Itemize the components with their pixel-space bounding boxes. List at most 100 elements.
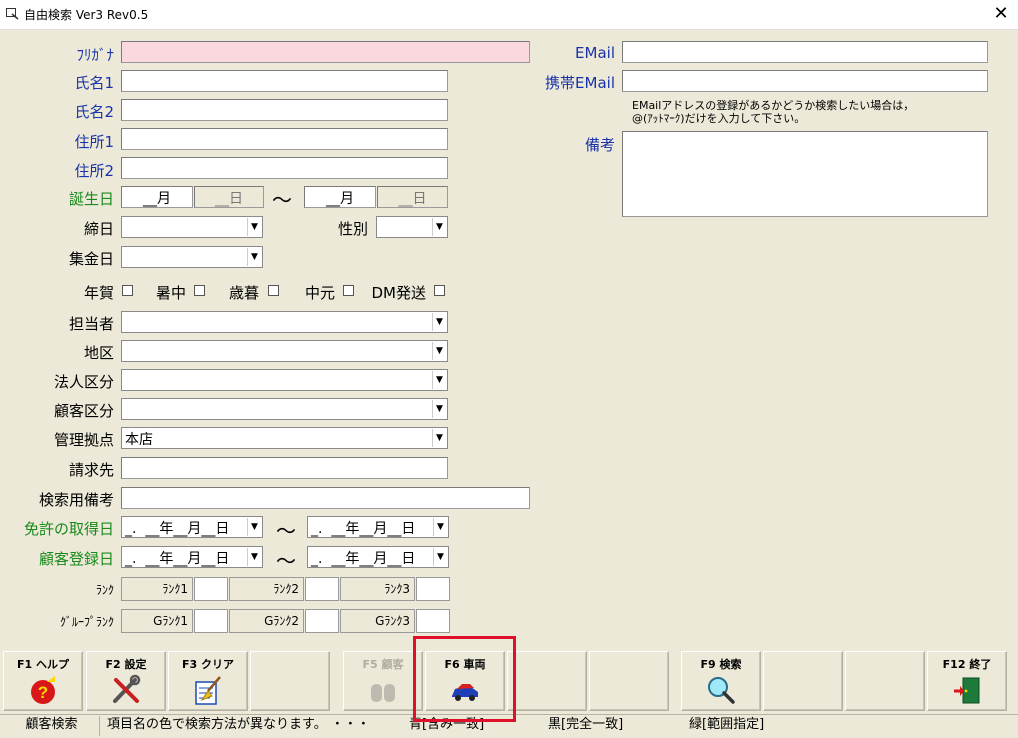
- group-rank-label: ｸﾞﾙｰﾌﾟﾗﾝｸ: [59, 615, 114, 629]
- grank2-input[interactable]: [305, 609, 339, 633]
- clear-broom-icon: [195, 676, 221, 705]
- base-label: 管理拠点: [53, 431, 114, 449]
- f7-blank-button: [507, 651, 587, 711]
- corp-class-label: 法人区分: [53, 373, 114, 391]
- email-input[interactable]: [622, 41, 988, 63]
- f2-label: F2 設定: [105, 658, 147, 671]
- chevron-down-icon: ▼: [433, 548, 447, 566]
- base-select[interactable]: 本店 ▼: [121, 427, 448, 449]
- status-mode: 顧客検索: [4, 716, 100, 736]
- help-icon: ?: [31, 676, 55, 704]
- greeting-new-year-checkbox[interactable]: [122, 285, 133, 296]
- collection-day-select[interactable]: ▼: [121, 246, 263, 268]
- corp-class-select[interactable]: ▼: [121, 369, 448, 391]
- name2-input[interactable]: [121, 99, 448, 121]
- f1-help-button[interactable]: F1 ヘルプ ?: [3, 651, 83, 711]
- f12-label: F12 終了: [942, 658, 992, 671]
- customer-class-select[interactable]: ▼: [121, 398, 448, 420]
- rank2-input[interactable]: [305, 577, 339, 601]
- rank3-input[interactable]: [416, 577, 450, 601]
- rank1-input[interactable]: [194, 577, 228, 601]
- greeting-dm-checkbox[interactable]: [434, 285, 445, 296]
- billing-label: 請求先: [68, 461, 114, 479]
- address2-input[interactable]: [121, 157, 448, 179]
- chevron-down-icon: ▼: [432, 342, 446, 360]
- f3-clear-button[interactable]: F3 クリア: [168, 651, 248, 711]
- mobile-email-label: 携帯EMail: [545, 74, 615, 92]
- memo-textarea[interactable]: [622, 131, 988, 217]
- registered-from-select[interactable]: _. __年__月__日 ▼: [121, 546, 263, 568]
- customer-class-label: 顧客区分: [53, 402, 114, 420]
- birthday-from-day[interactable]: __日: [194, 186, 264, 208]
- f8-blank-button: [589, 651, 669, 711]
- furigana-label: ﾌﾘｶﾞﾅ: [76, 46, 114, 64]
- greeting-year-end-checkbox[interactable]: [268, 285, 279, 296]
- furigana-input[interactable]: [121, 41, 530, 63]
- chevron-down-icon: ▼: [247, 218, 261, 236]
- f9-label: F9 検索: [700, 658, 742, 671]
- grank2-label: Gﾗﾝｸ2: [229, 609, 304, 633]
- registered-from-value: _. __年__月__日: [125, 551, 230, 567]
- f2-settings-button[interactable]: F2 設定: [86, 651, 166, 711]
- grank1-input[interactable]: [194, 609, 228, 633]
- chevron-down-icon: ▼: [432, 218, 446, 236]
- f9-search-button[interactable]: F9 検索: [681, 651, 761, 711]
- license-label: 免許の取得日: [23, 520, 114, 538]
- f3-label: F3 クリア: [182, 658, 234, 671]
- status-hint: 項目名の色で検索方法が異なります。 ・・・: [107, 717, 370, 732]
- birthday-to-day[interactable]: __日: [377, 186, 448, 208]
- f12-exit-button[interactable]: F12 終了: [927, 651, 1007, 711]
- f1-label: F1 ヘルプ: [17, 658, 69, 671]
- customer-icon: [371, 684, 395, 702]
- staff-select[interactable]: ▼: [121, 311, 448, 333]
- status-black: 黒[完全一致]: [548, 717, 624, 732]
- registered-to-select[interactable]: _. __年__月__日 ▼: [307, 546, 449, 568]
- chevron-down-icon: ▼: [432, 371, 446, 389]
- email-hint-line2: @(ｱｯﾄﾏｰｸ)だけを入力して下さい。: [632, 112, 806, 125]
- close-icon[interactable]: ✕: [988, 2, 1014, 26]
- search-memo-input[interactable]: [121, 487, 530, 509]
- f11-blank-button: [845, 651, 925, 711]
- base-value: 本店: [125, 432, 153, 448]
- chevron-down-icon: ▼: [432, 313, 446, 331]
- license-to-value: _. __年__月__日: [311, 521, 416, 537]
- closing-day-label: 締日: [83, 220, 114, 238]
- birthday-tilde: ～: [272, 188, 292, 212]
- birthday-from-month[interactable]: __月: [121, 186, 193, 208]
- f5-label: F5 顧客: [362, 658, 404, 671]
- billing-input[interactable]: [121, 457, 448, 479]
- svg-text:?: ?: [38, 683, 48, 702]
- rank-label: ﾗﾝｸ: [95, 583, 114, 597]
- license-from-value: _. __年__月__日: [125, 521, 230, 537]
- collection-day-label: 集金日: [68, 250, 114, 268]
- tools-icon: [113, 674, 141, 703]
- chevron-down-icon: ▼: [247, 248, 261, 266]
- greeting-midyear-label: 中元: [304, 284, 335, 302]
- email-label: EMail: [575, 44, 615, 62]
- address1-label: 住所1: [74, 133, 114, 151]
- closing-day-select[interactable]: ▼: [121, 216, 263, 238]
- name1-label: 氏名1: [74, 74, 114, 92]
- mobile-email-input[interactable]: [622, 70, 988, 92]
- greeting-midyear-checkbox[interactable]: [343, 285, 354, 296]
- f4-blank-button: [250, 651, 330, 711]
- grank3-input[interactable]: [416, 609, 450, 633]
- registered-label: 顧客登録日: [38, 550, 114, 568]
- memo-label: 備考: [584, 136, 615, 154]
- rank3-label: ﾗﾝｸ3: [340, 577, 415, 601]
- name1-input[interactable]: [121, 70, 448, 92]
- gender-label: 性別: [337, 220, 368, 238]
- chevron-down-icon: ▼: [247, 518, 261, 536]
- gender-select[interactable]: ▼: [376, 216, 448, 238]
- license-to-select[interactable]: _. __年__月__日 ▼: [307, 516, 449, 538]
- region-select[interactable]: ▼: [121, 340, 448, 362]
- birthday-to-month[interactable]: __月: [304, 186, 376, 208]
- license-from-select[interactable]: _. __年__月__日 ▼: [121, 516, 263, 538]
- window-title: 自由検索 Ver3 Rev0.5: [24, 8, 149, 22]
- address1-input[interactable]: [121, 128, 448, 150]
- registered-tilde: ～: [276, 549, 296, 573]
- address2-label: 住所2: [74, 162, 114, 180]
- greeting-summer-label: 暑中: [155, 284, 186, 302]
- greeting-summer-checkbox[interactable]: [194, 285, 205, 296]
- greeting-year-end-label: 歳暮: [228, 284, 259, 302]
